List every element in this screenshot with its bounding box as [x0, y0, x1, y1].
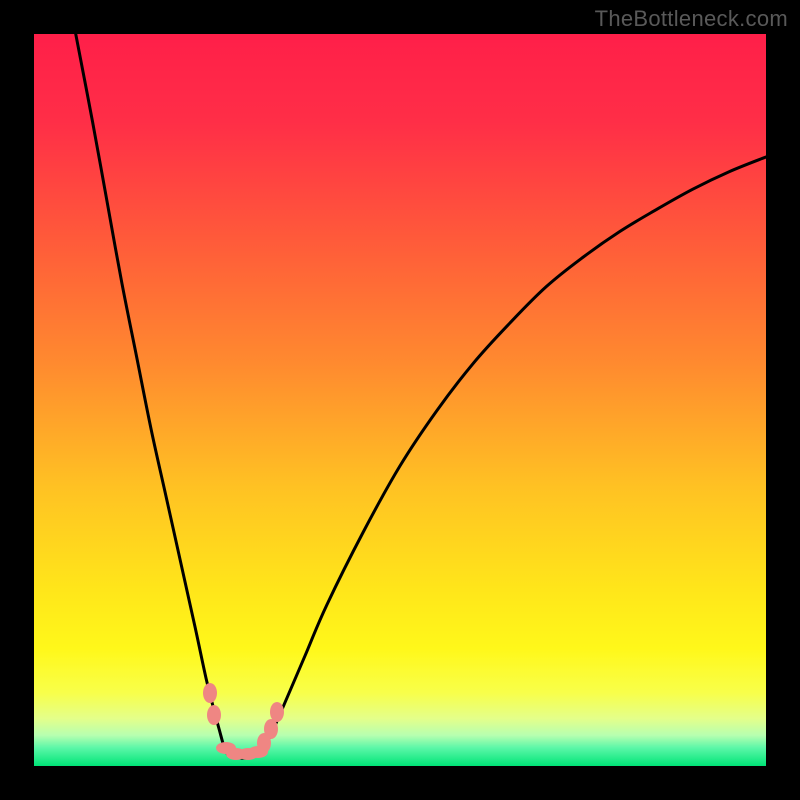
watermark-text: TheBottleneck.com [595, 6, 788, 32]
chart-frame: TheBottleneck.com [0, 0, 800, 800]
curve-left-branch [76, 34, 228, 755]
plot-area [34, 34, 766, 766]
marker-bead [203, 683, 217, 703]
marker-bead [207, 705, 221, 725]
bottleneck-curve [34, 34, 766, 766]
marker-bead [264, 719, 278, 739]
curve-right-branch [259, 157, 766, 754]
marker-bead [270, 702, 284, 722]
